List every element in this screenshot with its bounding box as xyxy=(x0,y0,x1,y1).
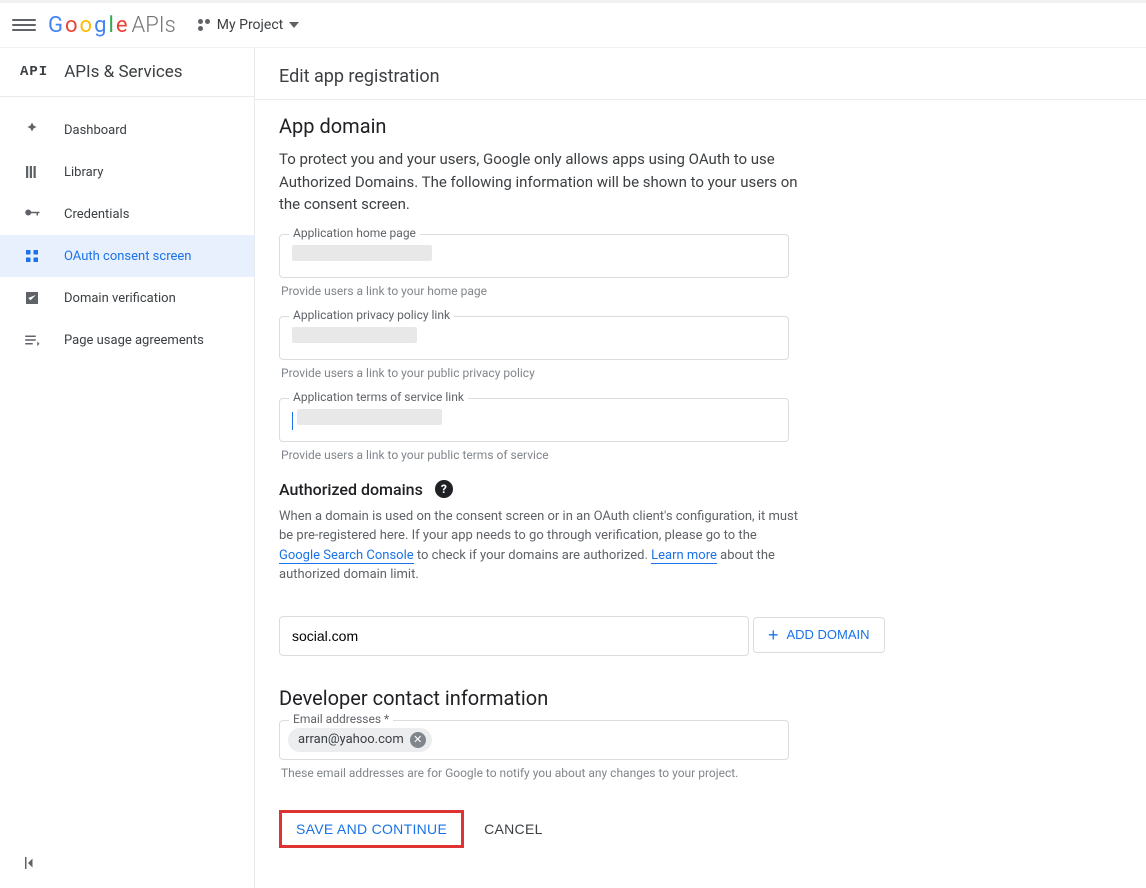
verified-icon xyxy=(22,288,42,308)
sidebar-title: APIs & Services xyxy=(64,62,182,82)
project-label: My Project xyxy=(217,17,283,33)
google-apis-logo[interactable]: Google APIs xyxy=(48,13,176,38)
field-label: Application home page xyxy=(289,226,420,240)
app-domain-section: App domain To protect you and your users… xyxy=(255,104,1075,780)
redacted-value xyxy=(292,327,417,343)
hamburger-menu-icon[interactable] xyxy=(12,16,36,34)
google-search-console-link[interactable]: Google Search Console xyxy=(279,548,414,564)
redacted-value xyxy=(297,409,442,425)
add-domain-button[interactable]: + ADD DOMAIN xyxy=(753,617,885,653)
chip-text: arran@yahoo.com xyxy=(298,732,404,747)
auth-desc-text: to check if your domains are authorized. xyxy=(414,548,651,563)
dashboard-icon xyxy=(22,120,42,140)
consent-screen-icon xyxy=(22,246,42,266)
authorized-domains-heading: Authorized domains xyxy=(279,480,423,499)
sidebar-header: API APIs & Services xyxy=(0,48,254,97)
add-domain-label: ADD DOMAIN xyxy=(786,627,869,642)
sidebar-nav: Dashboard Library Credentials OAuth cons… xyxy=(0,97,254,361)
plus-icon: + xyxy=(768,626,779,644)
sidebar-item-dashboard[interactable]: Dashboard xyxy=(0,109,254,151)
page-title: Edit app registration xyxy=(255,48,1146,100)
authorized-domains-description: When a domain is used on the consent scr… xyxy=(279,507,799,585)
sidebar-item-page-usage-agreements[interactable]: Page usage agreements xyxy=(0,319,254,361)
sidebar-item-credentials[interactable]: Credentials xyxy=(0,193,254,235)
library-icon xyxy=(22,162,42,182)
email-chip-input[interactable]: arran@yahoo.com ✕ xyxy=(279,720,789,760)
field-label: Email addresses * xyxy=(289,712,393,726)
sidebar-item-domain-verification[interactable]: Domain verification xyxy=(0,277,254,319)
home-page-field: Application home page xyxy=(279,234,789,278)
api-badge-icon: API xyxy=(20,64,48,80)
email-chip: arran@yahoo.com ✕ xyxy=(288,728,432,752)
logo-suffix: APIs xyxy=(131,13,175,38)
app-domain-heading: App domain xyxy=(279,114,1051,138)
project-dots-icon xyxy=(198,19,211,32)
field-label: Application terms of service link xyxy=(289,390,468,404)
sidebar: API APIs & Services Dashboard Library Cr… xyxy=(0,48,255,888)
project-picker[interactable]: My Project xyxy=(198,17,299,33)
developer-contact-heading: Developer contact information xyxy=(279,686,1051,710)
field-label: Application privacy policy link xyxy=(289,308,454,322)
cancel-button[interactable]: CANCEL xyxy=(484,821,543,837)
terms-of-service-input[interactable] xyxy=(279,398,789,442)
key-icon xyxy=(22,204,42,224)
learn-more-link[interactable]: Learn more xyxy=(651,548,717,564)
remove-chip-icon[interactable]: ✕ xyxy=(410,732,426,748)
sidebar-item-library[interactable]: Library xyxy=(0,151,254,193)
top-bar: Google APIs My Project xyxy=(0,0,1146,48)
text-cursor xyxy=(292,412,293,430)
home-page-input[interactable] xyxy=(279,234,789,278)
privacy-policy-helper: Provide users a link to your public priv… xyxy=(281,366,1049,380)
collapse-sidebar-button[interactable] xyxy=(22,854,40,876)
sidebar-item-label: Credentials xyxy=(64,207,129,222)
home-page-helper: Provide users a link to your home page xyxy=(281,284,1049,298)
agreements-icon xyxy=(22,330,42,350)
main-content: Edit app registration App domain To prot… xyxy=(255,48,1146,888)
privacy-policy-input[interactable] xyxy=(279,316,789,360)
chevron-down-icon xyxy=(289,22,299,28)
authorized-domain-input[interactable] xyxy=(279,616,749,656)
sidebar-item-label: OAuth consent screen xyxy=(64,249,191,264)
sidebar-item-label: Domain verification xyxy=(64,291,176,306)
sidebar-item-label: Dashboard xyxy=(64,123,127,138)
privacy-policy-field: Application privacy policy link xyxy=(279,316,789,360)
app-domain-description: To protect you and your users, Google on… xyxy=(279,148,799,216)
auth-desc-text: When a domain is used on the consent scr… xyxy=(279,509,798,544)
redacted-value xyxy=(292,245,432,261)
email-addresses-field: Email addresses * arran@yahoo.com ✕ xyxy=(279,720,789,760)
terms-of-service-helper: Provide users a link to your public term… xyxy=(281,448,1049,462)
email-helper: These email addresses are for Google to … xyxy=(281,766,1049,780)
terms-of-service-field: Application terms of service link xyxy=(279,398,789,442)
sidebar-item-label: Page usage agreements xyxy=(64,333,204,348)
sidebar-item-oauth-consent[interactable]: OAuth consent screen xyxy=(0,235,254,277)
help-icon[interactable]: ? xyxy=(435,480,453,498)
sidebar-item-label: Library xyxy=(64,165,103,180)
